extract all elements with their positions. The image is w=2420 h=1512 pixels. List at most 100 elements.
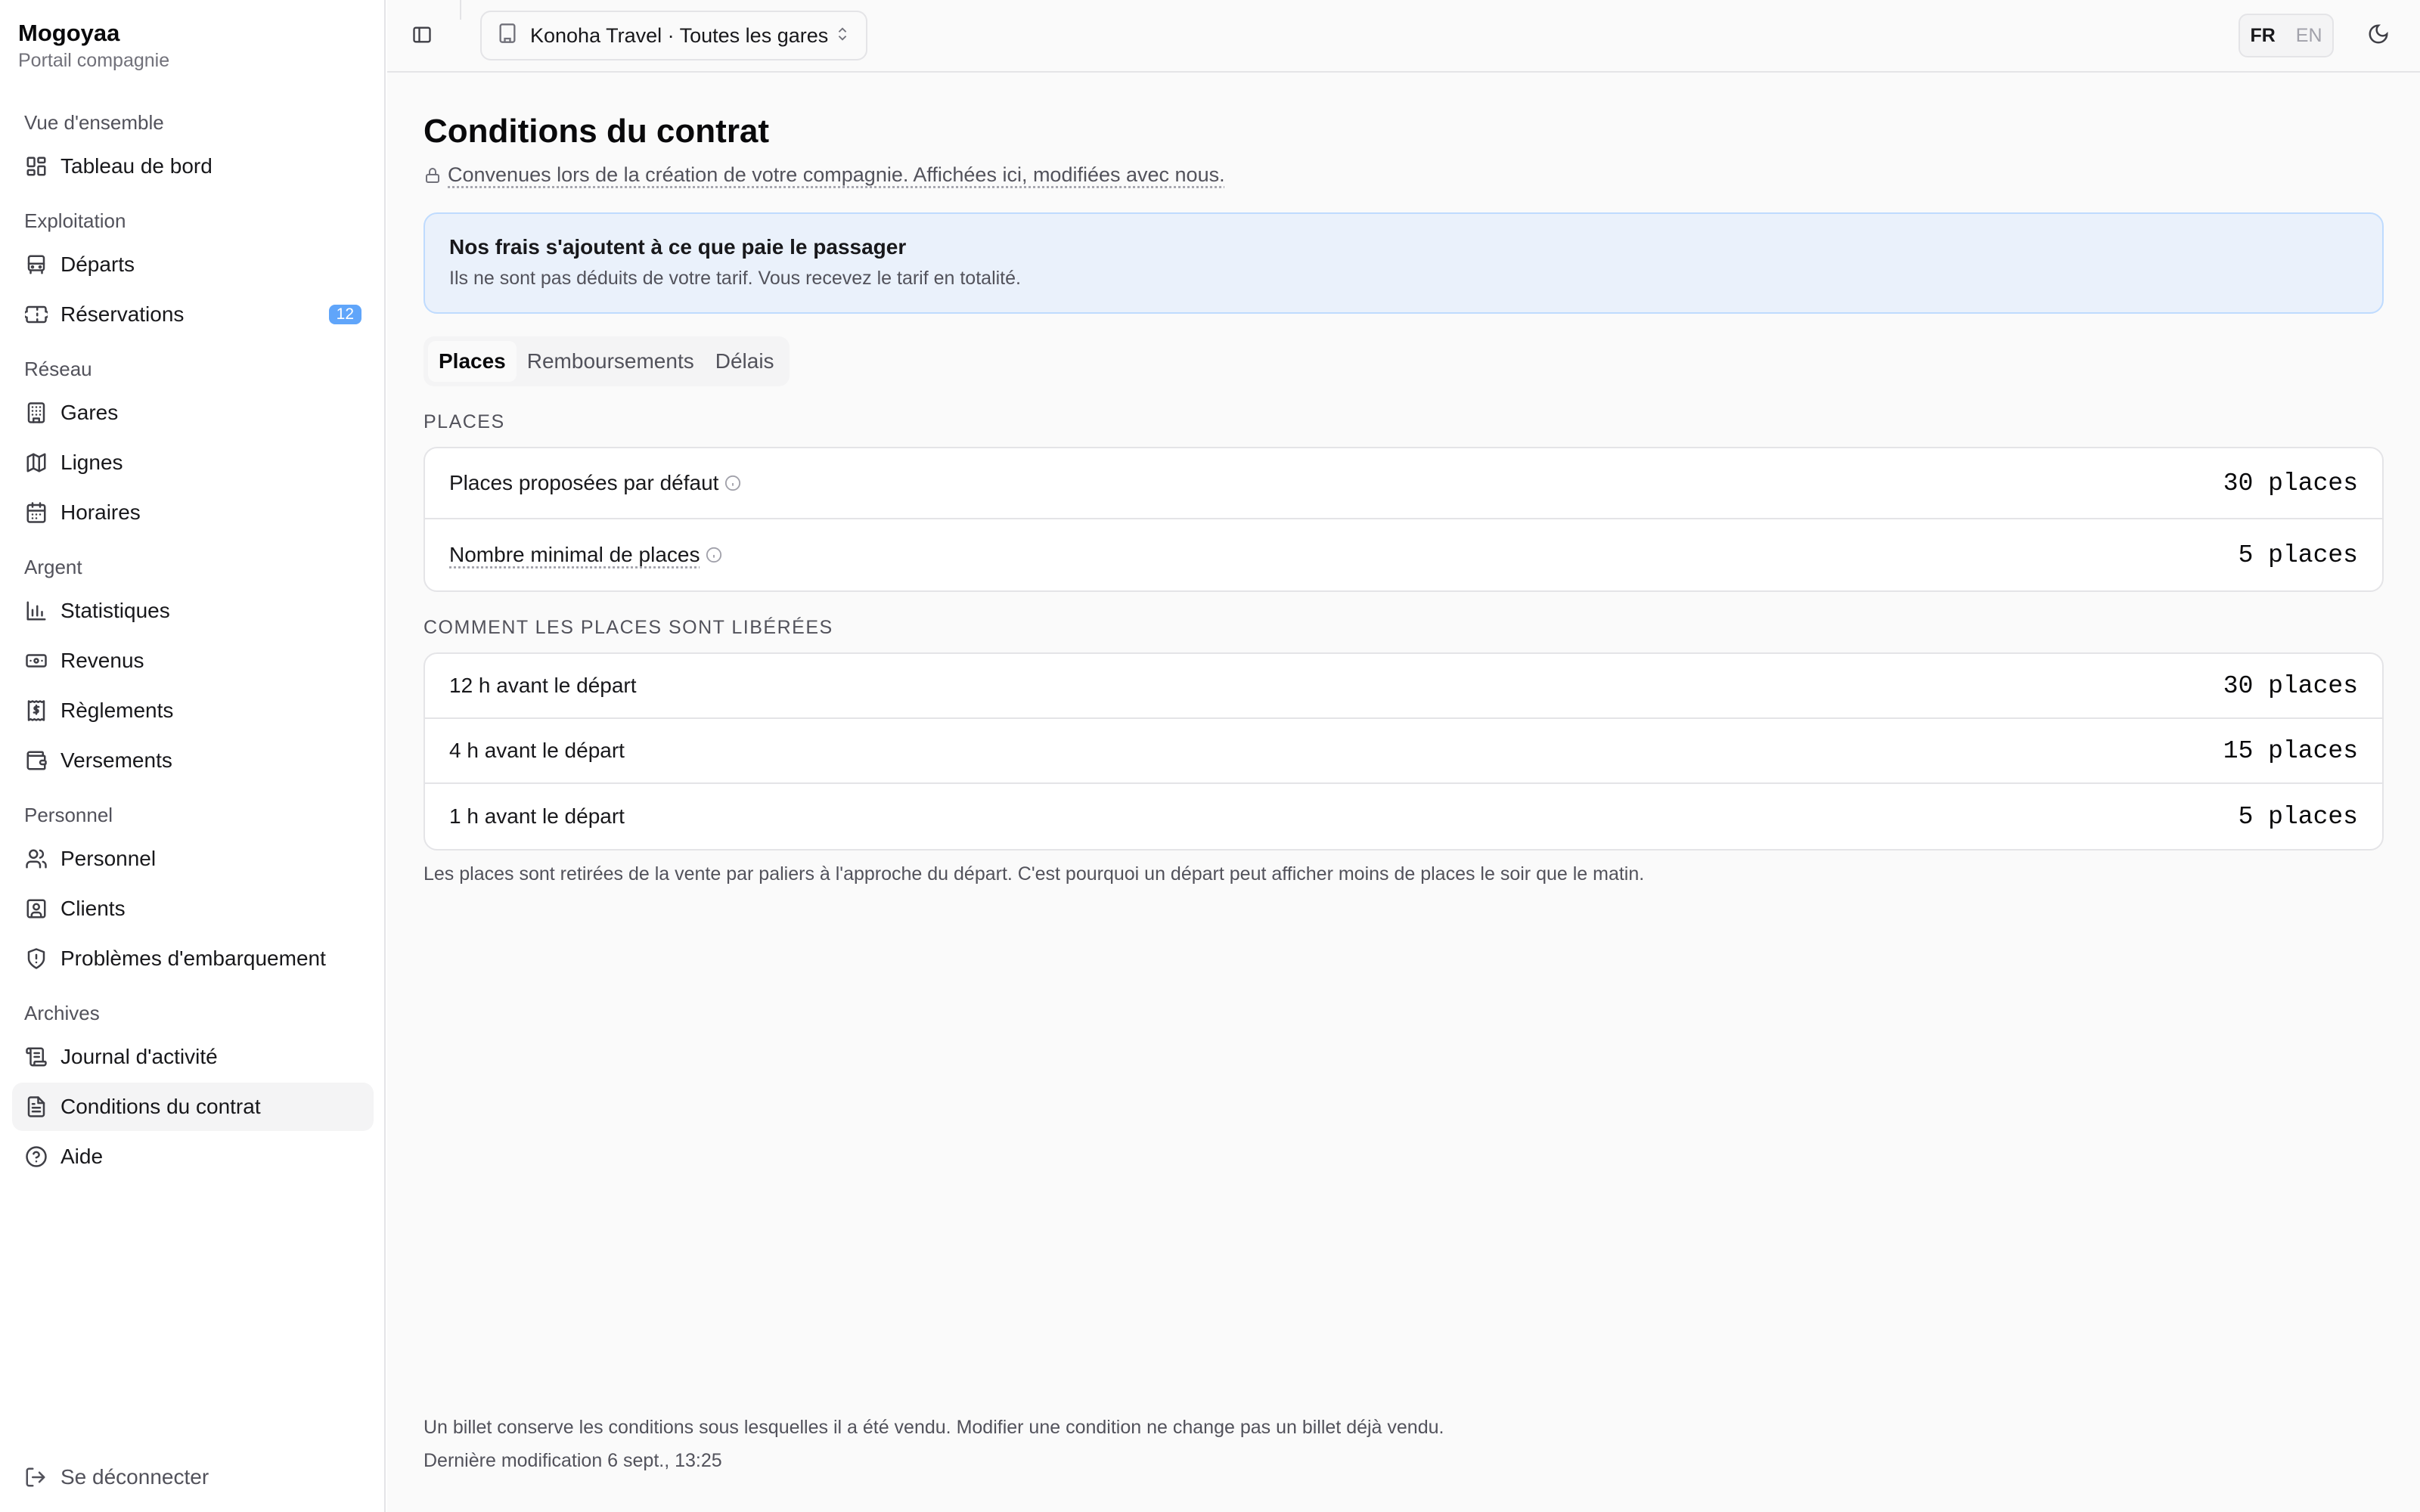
row-label: Places proposées par défaut (449, 471, 719, 494)
sidebar-item-statistiques[interactable]: Statistiques (12, 587, 374, 635)
file-text-icon (24, 1095, 48, 1119)
panel-left-icon (413, 26, 431, 43)
tab-places[interactable]: Places (428, 341, 517, 382)
lang-en-button[interactable]: EN (2296, 25, 2322, 47)
logout-icon (26, 1467, 45, 1487)
sidebar-item-label: Statistiques (60, 599, 170, 622)
sidebar-item-gares[interactable]: Gares (12, 389, 374, 437)
sidebar-item-label: Personnel (60, 847, 157, 870)
sidebar-item-versements[interactable]: Versements (12, 736, 374, 785)
sidebar-item-journal[interactable]: Journal d'activité (12, 1033, 374, 1081)
sidebar-item-reservations[interactable]: Réservations 12 (12, 290, 374, 339)
lock-icon (426, 167, 439, 183)
bar-chart-icon (24, 599, 48, 623)
row-value: 30 places (2223, 671, 2358, 700)
places-row: Places proposées par défaut 30 places (425, 448, 2382, 519)
logout-label: Se déconnecter (60, 1465, 209, 1489)
bus-icon (24, 253, 48, 277)
sidebar-item-label: Gares (60, 401, 119, 424)
lang-fr-button[interactable]: FR (2250, 25, 2275, 47)
sidebar-item-conditions[interactable]: Conditions du contrat (12, 1083, 374, 1131)
page-title: Conditions du contrat (424, 113, 770, 150)
tab-remboursements[interactable]: Remboursements (517, 341, 705, 382)
section-label-places: Places (424, 411, 505, 432)
calendar-icon (24, 500, 48, 525)
sidebar-item-label: Lignes (60, 451, 123, 474)
scroll-icon (24, 1045, 48, 1069)
sidebar-toggle-button[interactable] (411, 24, 436, 48)
sidebar-item-lignes[interactable]: Lignes (12, 438, 374, 487)
sidebar-item-label: Versements (60, 748, 172, 772)
help-circle-icon (24, 1145, 48, 1169)
brand-name: Mogoyaa (18, 20, 120, 46)
reservations-count-badge: 12 (328, 305, 361, 324)
sidebar-item-label: Revenus (60, 649, 144, 672)
banknote-icon (24, 649, 48, 673)
sidebar-item-horaires[interactable]: Horaires (12, 488, 374, 537)
row-label: 4 h avant le départ (449, 739, 625, 762)
footer: Un billet conserve les conditions sous l… (424, 1411, 1444, 1477)
company-select[interactable]: Konoha Travel · Toutes les gares (480, 11, 867, 60)
contact-icon (24, 897, 48, 921)
brand-subtitle: Portail compagnie (18, 50, 170, 71)
tabs: Places Remboursements Délais (424, 336, 790, 386)
release-note: Les places sont retirées de la vente par… (424, 863, 1645, 885)
release-row: 12 h avant le départ 30 places (425, 654, 2382, 719)
nav-group-label: Réseau (24, 358, 92, 380)
sidebar-item-departs[interactable]: Départs (12, 240, 374, 289)
dashboard-icon (24, 154, 48, 178)
logout-button[interactable]: Se déconnecter (24, 1459, 209, 1495)
sidebar-item-personnel[interactable]: Personnel (12, 835, 374, 883)
sidebar-item-dashboard[interactable]: Tableau de bord (12, 142, 374, 191)
row-value: 30 places (2223, 469, 2358, 497)
sidebar-item-label: Conditions du contrat (60, 1095, 261, 1118)
nav-group-label: Vue d'ensemble (24, 111, 164, 134)
sidebar-item-revenus[interactable]: Revenus (12, 637, 374, 685)
notice-title: Nos frais s'ajoutent à ce que paie le pa… (449, 235, 907, 259)
section-label-release: Comment les places sont libérées (424, 617, 833, 638)
sidebar: Mogoyaa Portail compagnie Vue d'ensemble… (0, 0, 386, 1512)
sidebar-item-aide[interactable]: Aide (12, 1132, 374, 1181)
row-value: 15 places (2223, 736, 2358, 765)
sidebar-item-label: Horaires (60, 500, 141, 524)
places-card: Places proposées par défaut 30 places No… (424, 447, 2384, 592)
sidebar-item-label: Aide (60, 1145, 104, 1168)
topbar: Konoha Travel · Toutes les gares FR EN (387, 0, 2420, 73)
topbar-divider (460, 0, 461, 20)
tab-delais[interactable]: Délais (705, 341, 785, 382)
main-area: Konoha Travel · Toutes les gares FR EN C… (387, 0, 2420, 1512)
ticket-icon (24, 302, 48, 327)
wallet-icon (24, 748, 48, 773)
footer-line: Un billet conserve les conditions sous l… (424, 1417, 1444, 1438)
map-icon (24, 451, 48, 475)
sidebar-item-label: Clients (60, 897, 126, 920)
page-subtitle: Convenues lors de la création de votre c… (424, 163, 2384, 187)
sidebar-item-label: Réservations (60, 302, 185, 326)
brand: Mogoyaa Portail compagnie (18, 20, 169, 73)
moon-icon (2369, 24, 2388, 44)
sidebar-item-problemes-embarquement[interactable]: Problèmes d'embarquement (12, 934, 374, 983)
sidebar-item-clients[interactable]: Clients (12, 885, 374, 933)
theme-toggle-button[interactable] (2367, 23, 2394, 50)
sidebar-item-label: Règlements (60, 699, 174, 722)
info-icon[interactable] (724, 475, 741, 491)
row-label: 1 h avant le départ (449, 804, 625, 828)
info-icon[interactable] (706, 547, 722, 563)
row-label: 12 h avant le départ (449, 674, 637, 697)
nav-group-label: Personnel (24, 804, 113, 826)
content: Conditions du contrat Convenues lors de … (424, 110, 2384, 887)
company-select-value: Konoha Travel · Toutes les gares (530, 23, 829, 47)
nav-group-label: Exploitation (24, 209, 126, 232)
page-subtitle-text: Convenues lors de la création de votre c… (448, 163, 1225, 186)
users-icon (24, 847, 48, 871)
nav-group-label: Argent (24, 556, 82, 578)
chevrons-up-down-icon (834, 24, 851, 48)
receipt-icon (24, 699, 48, 723)
sidebar-item-reglements[interactable]: Règlements (12, 686, 374, 735)
sidebar-nav: Vue d'ensemble Tableau de bord Exploitat… (12, 103, 374, 1182)
sidebar-item-label: Journal d'activité (60, 1045, 218, 1068)
language-toggle: FR EN (2238, 14, 2334, 57)
release-row: 4 h avant le départ 15 places (425, 719, 2382, 784)
building-icon (24, 401, 48, 425)
row-label: Nombre minimal de places (449, 543, 700, 566)
